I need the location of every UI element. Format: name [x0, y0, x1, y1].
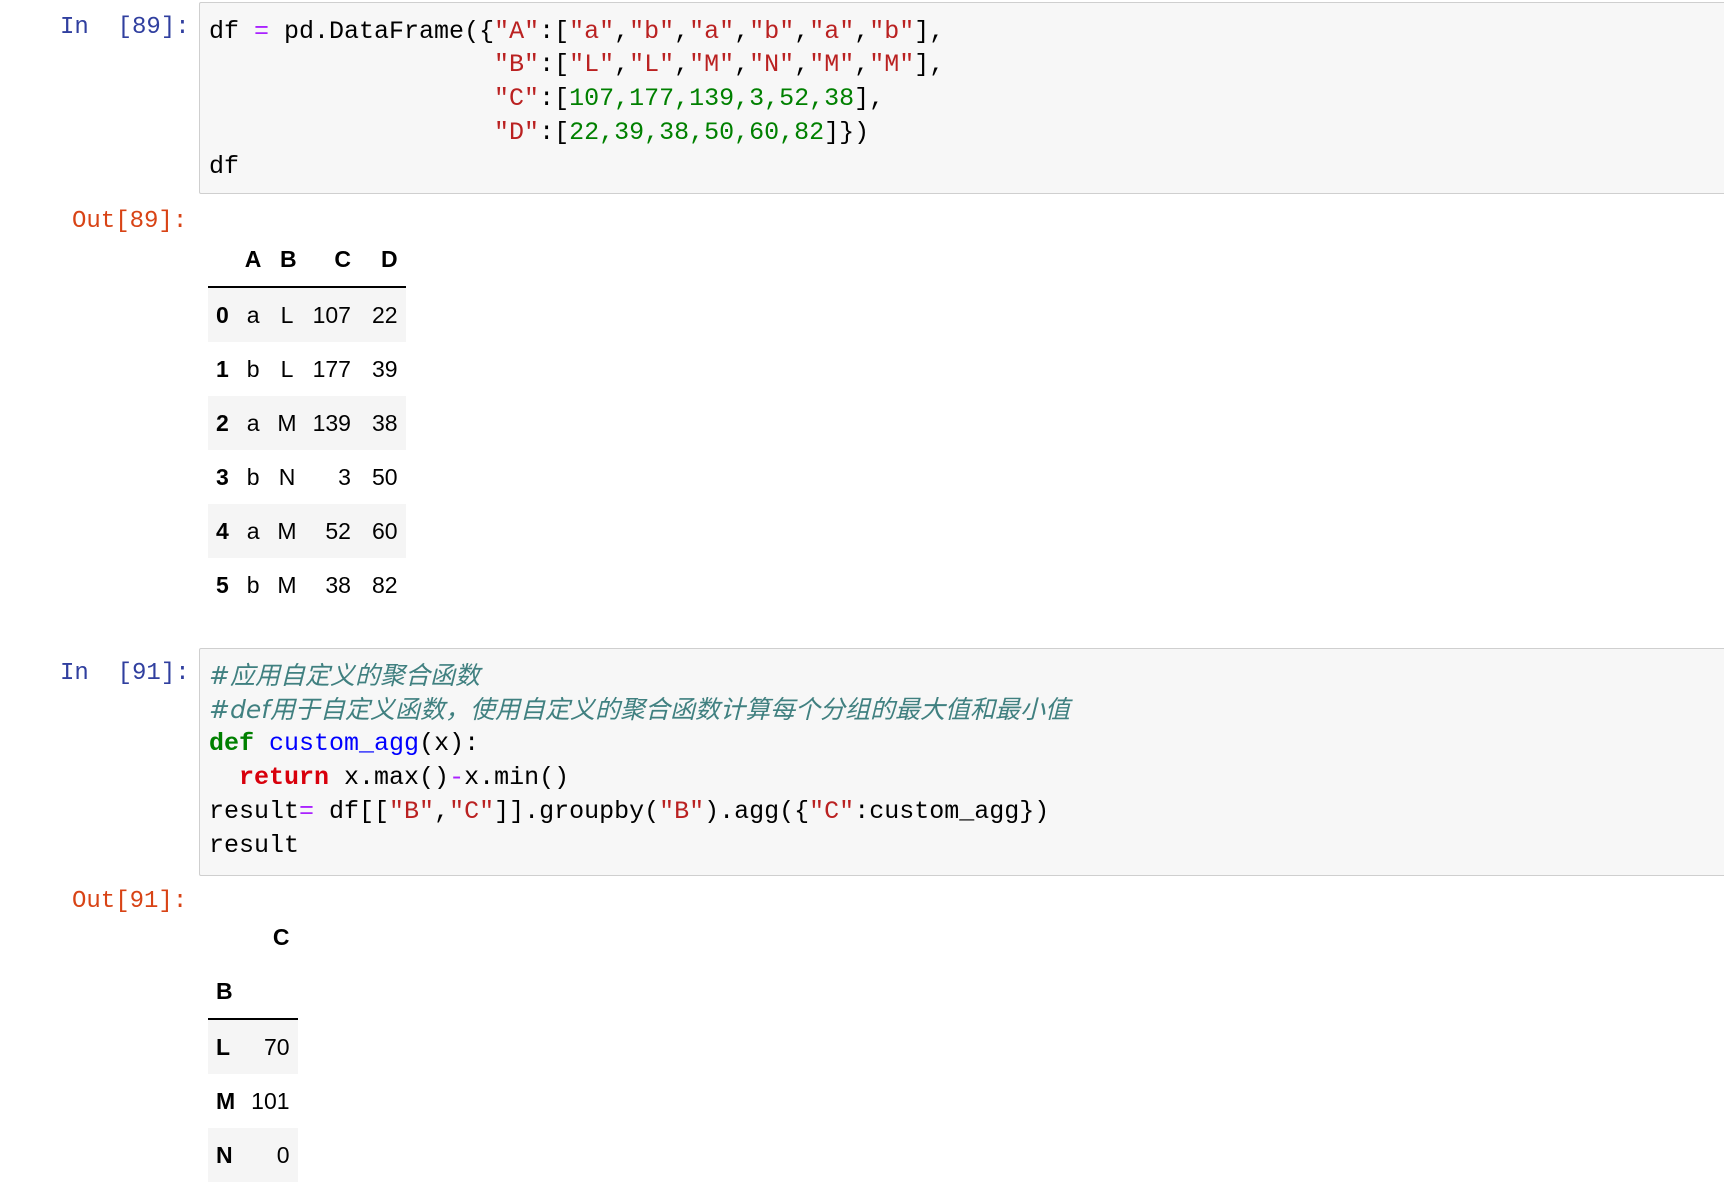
code-cell-input[interactable]: #应用自定义的聚合函数 #def用于自定义函数，使用自定义的聚合函数计算每个分组…	[199, 648, 1724, 876]
index-name-row: B	[208, 964, 298, 1020]
table-cell: 52	[325, 517, 351, 544]
row-index: L	[216, 1033, 231, 1060]
row-index: N	[216, 1141, 233, 1168]
code-line: result	[209, 831, 300, 860]
table-cell: 38	[372, 409, 398, 436]
index-name-spacer	[243, 964, 298, 1020]
column-header: B	[269, 232, 305, 288]
table-cell: M	[277, 571, 297, 598]
code-line: "B":["L","L","M","N","M","M"],	[494, 50, 945, 79]
table-cell: M	[277, 409, 297, 436]
table-row: 1 b L 177 39	[208, 342, 406, 396]
table-cell: 50	[372, 463, 398, 490]
table-cell: 0	[276, 1141, 290, 1168]
table-cell: b	[246, 463, 260, 490]
code-line: result= df[["B","C"]].groupby("B").agg({…	[209, 797, 1050, 826]
code-line: "D":[22,39,38,50,60,82]})	[494, 118, 870, 147]
column-header: C	[272, 923, 290, 950]
table-cell: 101	[251, 1087, 290, 1114]
table-cell: N	[278, 463, 296, 490]
input-prompt: In [91]:	[60, 660, 190, 687]
table-cell: 82	[372, 571, 398, 598]
table-header-row: A B C D	[208, 232, 406, 288]
code-comment: #def用于自定义函数，使用自定义的聚合函数计算每个分组的最大值和最小值	[209, 695, 1071, 724]
table-cell: b	[246, 355, 260, 382]
code-line: df = pd.DataFrame({"A":["a","b","a","b",…	[209, 17, 945, 46]
table-cell: 39	[372, 355, 398, 382]
row-index: 5	[216, 571, 229, 598]
table-cell: M	[277, 517, 297, 544]
table-cell: 38	[325, 571, 351, 598]
code-line: df	[209, 152, 240, 181]
table-row: L 70	[208, 1019, 298, 1074]
code-line: return x.max()-x.min()	[239, 763, 570, 792]
dataframe-output: A B C D 0 a L 107 22 1 b L 177 39 2 a M …	[208, 232, 406, 612]
index-name-header: B	[208, 964, 244, 1020]
row-index: M	[216, 1087, 236, 1114]
row-index: 4	[216, 517, 229, 544]
table-row: 2 a M 139 38	[208, 396, 406, 450]
table-cell: 22	[372, 301, 398, 328]
index-header	[208, 232, 237, 288]
table-row: M 101	[208, 1074, 298, 1128]
row-index: 2	[216, 409, 229, 436]
table-row: 3 b N 3 50	[208, 450, 406, 504]
table-cell: 60	[372, 517, 398, 544]
column-header: A	[236, 232, 270, 288]
table-cell: 139	[312, 409, 351, 436]
table-header-row: C	[208, 910, 298, 964]
row-index: 3	[216, 463, 229, 490]
table-row: N 0	[208, 1128, 298, 1182]
table-cell: 3	[338, 463, 351, 490]
table-row: 0 a L 107 22	[208, 287, 406, 342]
code-comment: #应用自定义的聚合函数	[209, 661, 480, 690]
code-line: def custom_agg(x):	[209, 729, 480, 758]
table-cell: 177	[312, 355, 351, 382]
column-header: D	[358, 232, 406, 288]
input-prompt: In [89]:	[60, 14, 190, 41]
table-row: 4 a M 52 60	[208, 504, 406, 558]
row-index: 1	[216, 355, 229, 382]
table-cell: a	[246, 517, 260, 544]
table-row: 5 b M 38 82	[208, 558, 406, 612]
table-cell: a	[246, 301, 260, 328]
table-cell: b	[246, 571, 260, 598]
table-cell: a	[246, 409, 260, 436]
code-cell-input[interactable]: df = pd.DataFrame({"A":["a","b","a","b",…	[199, 2, 1724, 194]
index-header	[208, 910, 243, 964]
row-index: 0	[216, 301, 229, 328]
column-header: C	[304, 232, 359, 288]
output-prompt: Out[91]:	[72, 888, 188, 915]
output-prompt: Out[89]:	[72, 208, 188, 235]
table-cell: 107	[312, 301, 351, 328]
table-cell: L	[280, 355, 294, 382]
table-cell: L	[280, 301, 294, 328]
groupby-result-table: C B L 70 M 101 N 0	[208, 910, 298, 1182]
code-line: "C":[107,177,139,3,52,38],	[494, 84, 885, 113]
table-cell: 70	[263, 1033, 290, 1060]
